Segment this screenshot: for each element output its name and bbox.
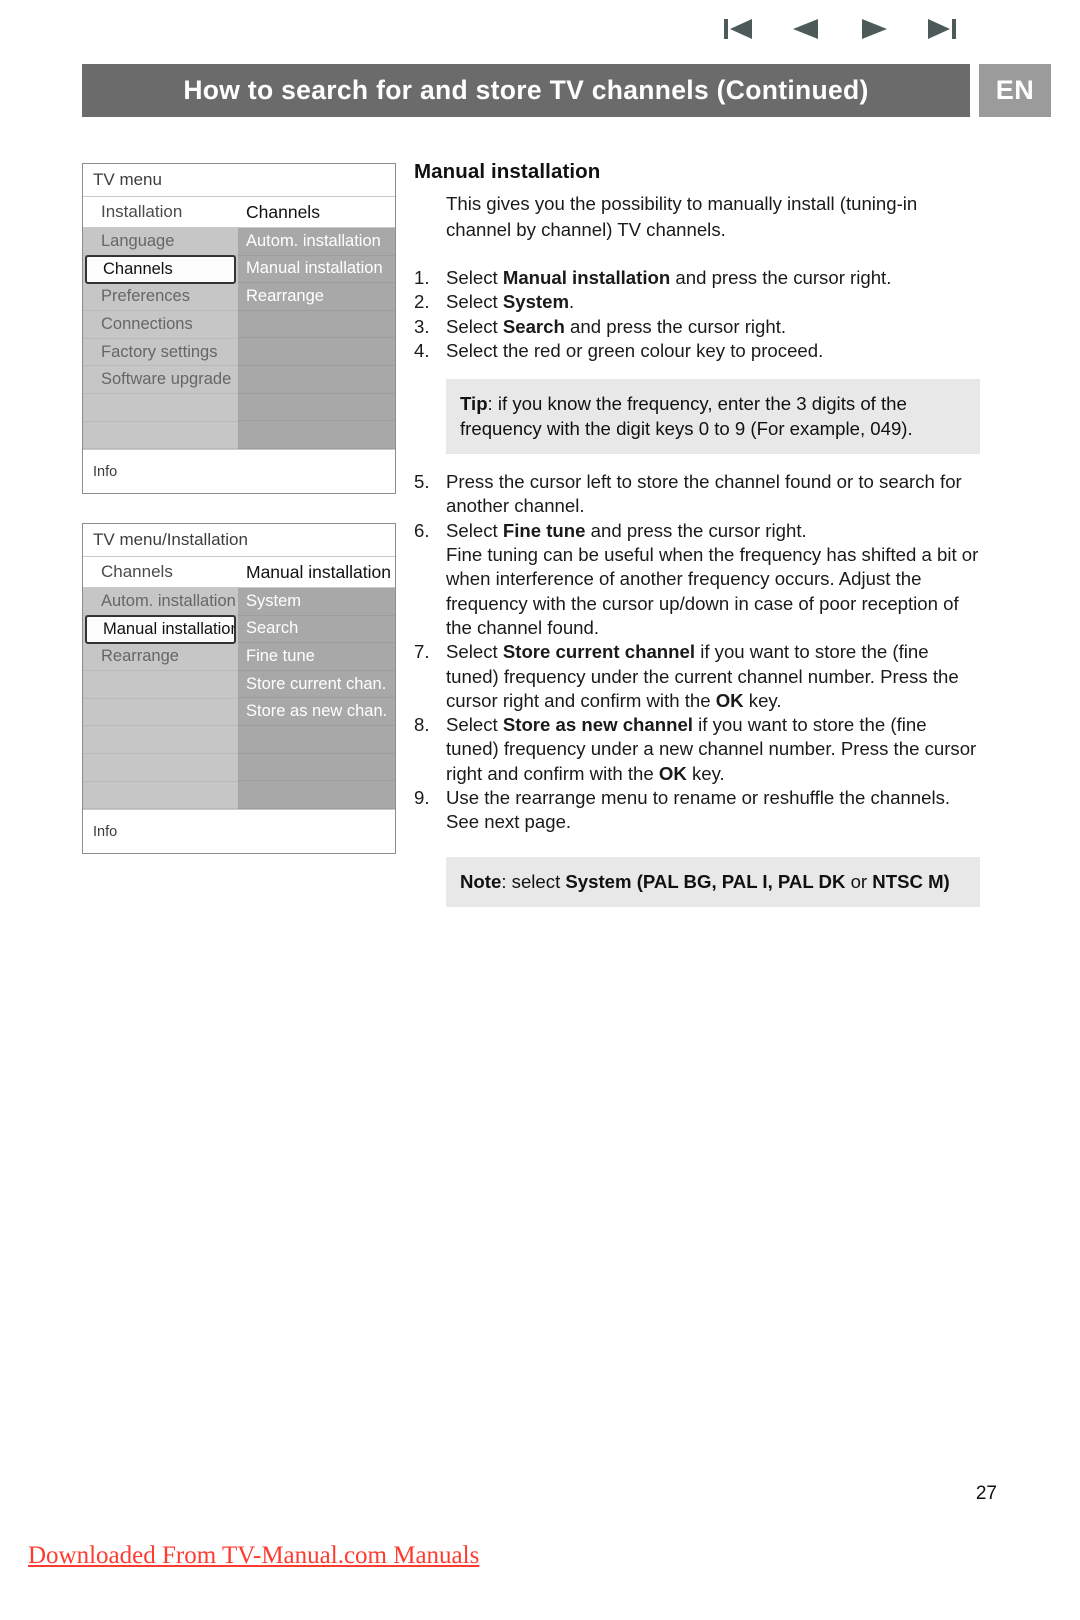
step-text: Select the red or green colour key to pr… xyxy=(446,339,824,361)
step-text: Select Manual installation and press the… xyxy=(446,267,892,288)
step-number: 3. xyxy=(414,315,430,337)
step-text: Select Fine tune and press the cursor ri… xyxy=(446,519,979,638)
menu1-left-item[interactable]: Factory settings xyxy=(83,339,238,367)
list-item: 4. Select the red or green colour key to… xyxy=(414,339,980,363)
play-back-icon xyxy=(790,16,822,42)
steps-list-part-b: 5. Press the cursor left to store the ch… xyxy=(414,470,980,834)
menu2-left-item[interactable]: Rearrange xyxy=(83,644,238,672)
page-navigation-bar xyxy=(718,14,962,44)
menu1-left-item xyxy=(83,394,238,422)
menu2-right-item[interactable]: Store as new chan. xyxy=(238,698,395,726)
step-text: Select System. xyxy=(446,291,575,313)
menu1-left-item[interactable]: Language xyxy=(83,228,238,256)
menu2-subheader-left: Channels xyxy=(101,562,173,581)
menu1-subheader-right: Channels xyxy=(246,201,320,222)
menu1-subheader-left: Installation xyxy=(101,202,183,221)
menu1-left-item[interactable]: Preferences xyxy=(83,284,238,312)
step-text: Select Search and press the cursor right… xyxy=(446,315,787,337)
list-item: 9. Use the rearrange menu to rename or r… xyxy=(414,786,980,835)
download-watermark: Downloaded From TV-Manual.com Manuals xyxy=(28,1542,480,1569)
list-item: 8. Select Store as new channel if you wa… xyxy=(414,713,980,786)
menu2-right-item[interactable]: Fine tune xyxy=(238,643,395,671)
tv-menu-screenshot-2: TV menu/Installation Channels Manual ins… xyxy=(82,523,396,855)
language-badge: EN xyxy=(979,64,1051,117)
menu2-right-item xyxy=(238,781,395,809)
step-number: 7. xyxy=(414,641,430,663)
menu1-left-item xyxy=(83,422,238,450)
step-number: 1. xyxy=(414,267,430,288)
menu1-right-item xyxy=(238,394,395,422)
menu1-right-item xyxy=(238,338,395,366)
list-item: 3. Select Search and press the cursor ri… xyxy=(414,315,980,339)
skip-back-icon xyxy=(722,16,754,42)
menu1-body: Language Channels Preferences Connection… xyxy=(83,228,395,450)
menu1-right-item xyxy=(238,366,395,394)
menu2-right-item xyxy=(238,754,395,782)
menu1-title: TV menu xyxy=(83,164,395,197)
step-number: 4. xyxy=(414,339,430,361)
menu2-left-item xyxy=(83,699,238,727)
list-item: 6. Select Fine tune and press the cursor… xyxy=(414,519,980,640)
list-item: 1. Select Manual installation and press … xyxy=(414,266,980,290)
menu1-right-column: Autom. installation Manual installation … xyxy=(238,228,395,450)
menu2-left-item xyxy=(83,782,238,810)
step-text: Press the cursor left to store the chann… xyxy=(446,471,962,517)
skip-forward-icon xyxy=(926,16,958,42)
steps-list-part-a: 1. Select Manual installation and press … xyxy=(414,266,980,363)
menu2-left-item xyxy=(83,671,238,699)
menu2-right-item[interactable]: Search xyxy=(238,616,395,644)
next-page-button[interactable] xyxy=(854,14,894,44)
tv-menu-screenshot-1: TV menu Installation Channels Language C… xyxy=(82,163,396,495)
menu1-info-footer: Info xyxy=(83,449,395,494)
menu2-body: Autom. installation Manual installation … xyxy=(83,588,395,810)
step-number: 6. xyxy=(414,519,430,541)
section-intro: This gives you the possibility to manual… xyxy=(446,193,918,240)
menu2-left-item xyxy=(83,726,238,754)
menu2-left-item-selected[interactable]: Manual installation xyxy=(85,614,236,644)
menu2-left-column: Autom. installation Manual installation … xyxy=(83,588,238,810)
list-item: 2. Select System. xyxy=(414,290,980,314)
step-text: Use the rearrange menu to rename or resh… xyxy=(446,787,951,833)
menu1-right-item xyxy=(238,421,395,449)
last-page-button[interactable] xyxy=(922,14,962,44)
step-text: Select Store as new channel if you want … xyxy=(446,714,977,784)
step-text: Select Store current channel if you want… xyxy=(446,641,959,711)
list-item: 7. Select Store current channel if you w… xyxy=(414,640,980,713)
section-heading: Manual installation xyxy=(414,160,601,183)
tip-callout: Tip: if you know the frequency, enter th… xyxy=(446,379,980,455)
menu2-title: TV menu/Installation xyxy=(83,524,395,557)
page-header: How to search for and store TV channels … xyxy=(82,64,1080,117)
step-number: 9. xyxy=(414,787,430,809)
menu1-right-item[interactable]: Manual installation xyxy=(238,256,395,284)
play-forward-icon xyxy=(858,16,890,42)
previous-page-button[interactable] xyxy=(786,14,826,44)
list-item: 5. Press the cursor left to store the ch… xyxy=(414,470,980,519)
page-number: 27 xyxy=(975,1483,997,1504)
menu1-left-item[interactable]: Software upgrade xyxy=(83,366,238,394)
menu2-info-footer: Info xyxy=(83,809,395,854)
note-callout: Note: select System (PAL BG, PAL I, PAL … xyxy=(446,856,980,907)
header-title-bar: How to search for and store TV channels … xyxy=(82,64,970,117)
step-number: 8. xyxy=(414,714,430,736)
menu2-subheader: Channels Manual installation xyxy=(83,557,395,588)
step-number: 5. xyxy=(414,471,430,493)
first-page-button[interactable] xyxy=(718,14,758,44)
instructions-column: Manual installation This gives you the p… xyxy=(414,160,980,923)
menu1-left-item-selected[interactable]: Channels xyxy=(85,254,236,284)
menu2-left-item xyxy=(83,754,238,782)
menu2-subheader-right: Manual installation xyxy=(246,561,391,582)
menu2-left-item[interactable]: Autom. installation xyxy=(83,588,238,616)
page-title: How to search for and store TV channels … xyxy=(183,75,869,105)
menu1-right-item[interactable]: Autom. installation xyxy=(238,228,395,256)
menu1-right-item[interactable]: Rearrange xyxy=(238,283,395,311)
menu1-left-column: Language Channels Preferences Connection… xyxy=(83,228,238,450)
menu2-right-item[interactable]: Store current chan. xyxy=(238,671,395,699)
menu2-right-item xyxy=(238,726,395,754)
menu2-right-column: System Search Fine tune Store current ch… xyxy=(238,588,395,810)
menu2-right-item[interactable]: System xyxy=(238,588,395,616)
step-number: 2. xyxy=(414,291,430,313)
menu1-subheader: Installation Channels xyxy=(83,197,395,228)
menu1-left-item[interactable]: Connections xyxy=(83,311,238,339)
menu1-right-item xyxy=(238,311,395,339)
